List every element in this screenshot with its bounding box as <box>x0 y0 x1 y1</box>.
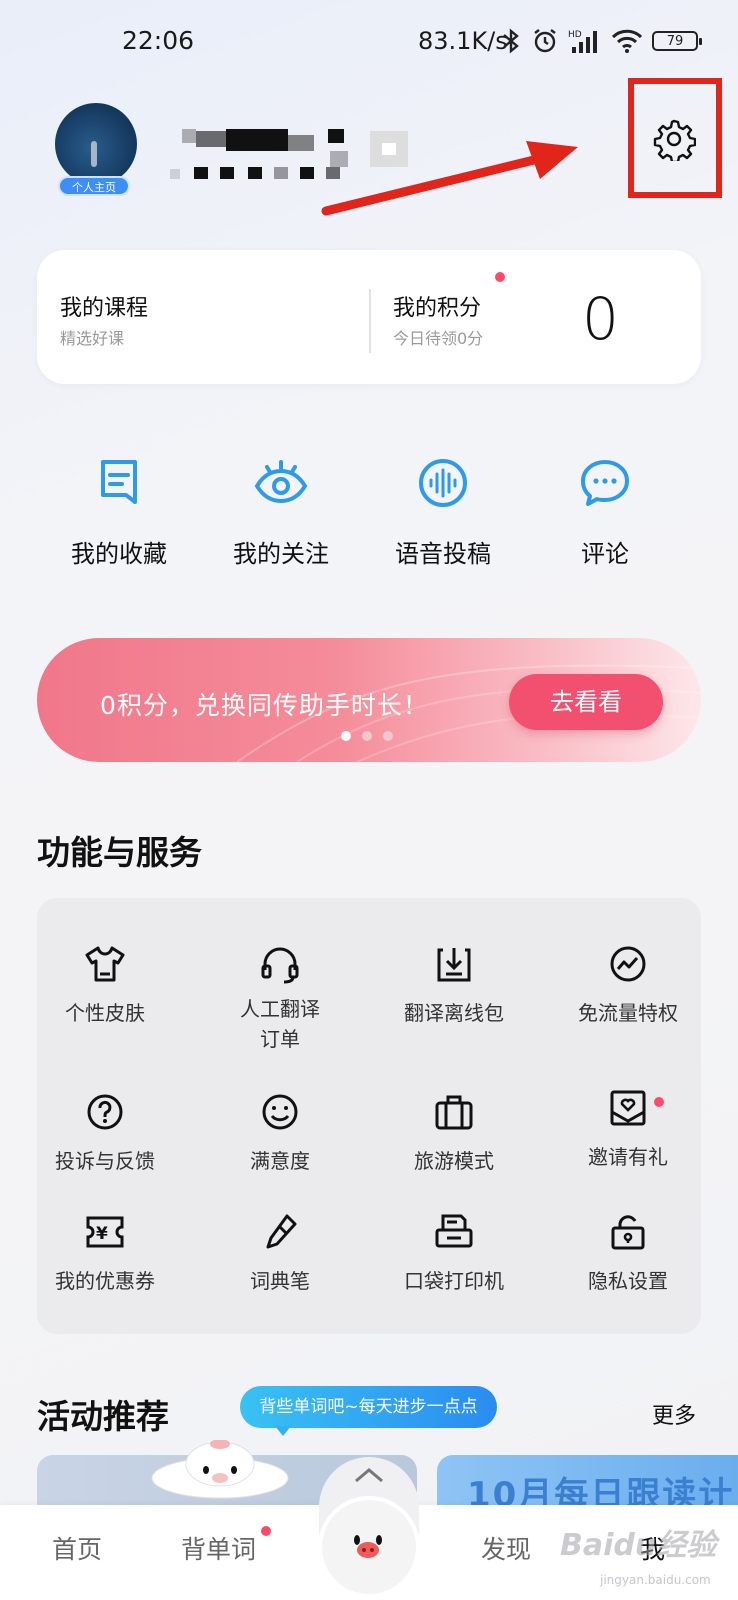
quick-action-label: 我的关注 <box>233 540 329 568</box>
coupon-icon: ¥ <box>86 1216 124 1248</box>
service-label: 旅游模式 <box>414 1149 494 1173</box>
status-time: 22:06 <box>122 26 195 55</box>
network-speed: 83.1K/s <box>418 27 508 55</box>
avatar[interactable] <box>55 103 137 185</box>
service-label: 词典笔 <box>250 1269 310 1293</box>
invite-envelope-icon <box>610 1090 646 1126</box>
service-label: 口袋打印机 <box>404 1269 504 1293</box>
carousel-dot[interactable] <box>362 731 372 741</box>
profile-badge[interactable]: 个人主页 <box>58 176 130 196</box>
service-label: 邀请有礼 <box>588 1145 668 1169</box>
printer-icon <box>435 1214 473 1248</box>
service-label: 我的优惠券 <box>55 1269 155 1293</box>
quick-action-label: 我的收藏 <box>71 540 167 568</box>
activity-section-title: 活动推荐 <box>37 1397 169 1436</box>
tab-words[interactable]: 背单词 <box>181 1530 256 1566</box>
services-section-title: 功能与服务 <box>37 833 202 872</box>
service-privacy[interactable]: 隐私设置 <box>548 1212 708 1296</box>
pig-face-icon <box>354 1535 382 1558</box>
tip-bubble-tail <box>275 1426 291 1436</box>
tab-words-notification-dot <box>261 1526 271 1536</box>
tab-home[interactable]: 首页 <box>52 1530 102 1566</box>
chevron-up-icon[interactable] <box>353 1466 385 1484</box>
banner-go-button[interactable]: 去看看 <box>509 674 663 730</box>
more-link[interactable]: 更多 <box>652 1398 696 1430</box>
suitcase-icon <box>435 1095 473 1130</box>
tshirt-icon <box>85 946 125 982</box>
my-points-title[interactable]: 我的积分 <box>393 290 481 322</box>
quick-action-following[interactable]: 我的关注 <box>211 458 351 569</box>
quick-action-voice[interactable]: 语音投稿 <box>373 458 513 569</box>
quick-action-comments[interactable]: 评论 <box>535 458 675 569</box>
status-icons: HD 79 <box>500 24 702 58</box>
gear-icon[interactable] <box>652 117 696 161</box>
service-offline-pack[interactable]: 翻译离线包 <box>374 944 534 1028</box>
svg-text:HD: HD <box>568 30 582 40</box>
tab-discover[interactable]: 发现 <box>481 1530 531 1566</box>
points-value: 0 <box>582 285 619 353</box>
carousel-dot-active[interactable] <box>341 731 351 741</box>
center-mascot-button[interactable] <box>322 1500 416 1594</box>
carousel-dot[interactable] <box>383 731 393 741</box>
tip-bubble: 背些单词吧~每天进步一点点 <box>240 1386 497 1428</box>
points-notification-dot <box>495 272 505 282</box>
service-label: 翻译离线包 <box>404 1001 504 1025</box>
service-travel-mode[interactable]: 旅游模式 <box>374 1092 534 1176</box>
eye-icon <box>254 460 308 504</box>
watermark-url: jingyan.baidu.com <box>600 1573 711 1587</box>
lock-icon <box>611 1215 645 1250</box>
service-free-data[interactable]: 免流量特权 <box>548 944 708 1028</box>
smile-icon <box>262 1094 298 1130</box>
service-satisfaction[interactable]: 满意度 <box>200 1092 360 1176</box>
svg-text:¥: ¥ <box>96 1224 108 1244</box>
battery-indicator: 79 <box>652 31 702 51</box>
alarm-icon <box>534 29 556 53</box>
bookmark-icon <box>101 460 137 504</box>
annotation-arrow <box>321 141 578 216</box>
card-divider <box>369 289 371 353</box>
my-points-subtitle: 今日待领0分 <box>393 329 484 348</box>
mascot-illustration <box>151 1440 289 1499</box>
invite-notification-dot <box>654 1097 664 1107</box>
headset-icon <box>261 947 299 984</box>
service-skin[interactable]: 个性皮肤 <box>25 944 185 1028</box>
service-label: 免流量特权 <box>578 1001 678 1025</box>
voice-wave-icon <box>419 459 467 507</box>
service-label: 个性皮肤 <box>65 1001 145 1025</box>
service-invite[interactable]: 邀请有礼 <box>548 1088 708 1172</box>
quick-action-label: 语音投稿 <box>395 540 491 568</box>
question-icon <box>87 1094 123 1130</box>
quick-action-label: 评论 <box>581 540 629 568</box>
my-courses-title[interactable]: 我的课程 <box>60 290 148 322</box>
signal-icon: HD <box>568 30 597 53</box>
download-icon <box>437 948 471 982</box>
comment-icon <box>581 460 629 506</box>
service-pocket-printer[interactable]: 口袋打印机 <box>374 1212 534 1296</box>
service-label: 隐私设置 <box>588 1269 668 1293</box>
service-dictionary-pen[interactable]: 词典笔 <box>200 1212 360 1296</box>
service-feedback[interactable]: 投诉与反馈 <box>25 1092 185 1176</box>
service-label: 满意度 <box>250 1149 310 1173</box>
wifi-icon <box>611 29 643 53</box>
quick-action-favorites[interactable]: 我的收藏 <box>49 458 189 569</box>
pen-icon <box>266 1214 297 1249</box>
service-human-translation[interactable]: 人工翻译订单 <box>200 944 360 1054</box>
banner-text: 0积分，兑换同传助手时长！ <box>100 691 429 720</box>
service-label: 投诉与反馈 <box>55 1149 155 1173</box>
bluetooth-icon <box>503 28 519 54</box>
service-label: 人工翻译订单 <box>200 994 360 1054</box>
service-label-text: 人工翻译订单 <box>240 997 320 1051</box>
trend-icon <box>610 946 646 982</box>
my-courses-subtitle: 精选好课 <box>60 329 125 348</box>
watermark-brand: Baidu经验 <box>560 1528 717 1563</box>
service-coupons[interactable]: ¥ 我的优惠券 <box>25 1212 185 1296</box>
